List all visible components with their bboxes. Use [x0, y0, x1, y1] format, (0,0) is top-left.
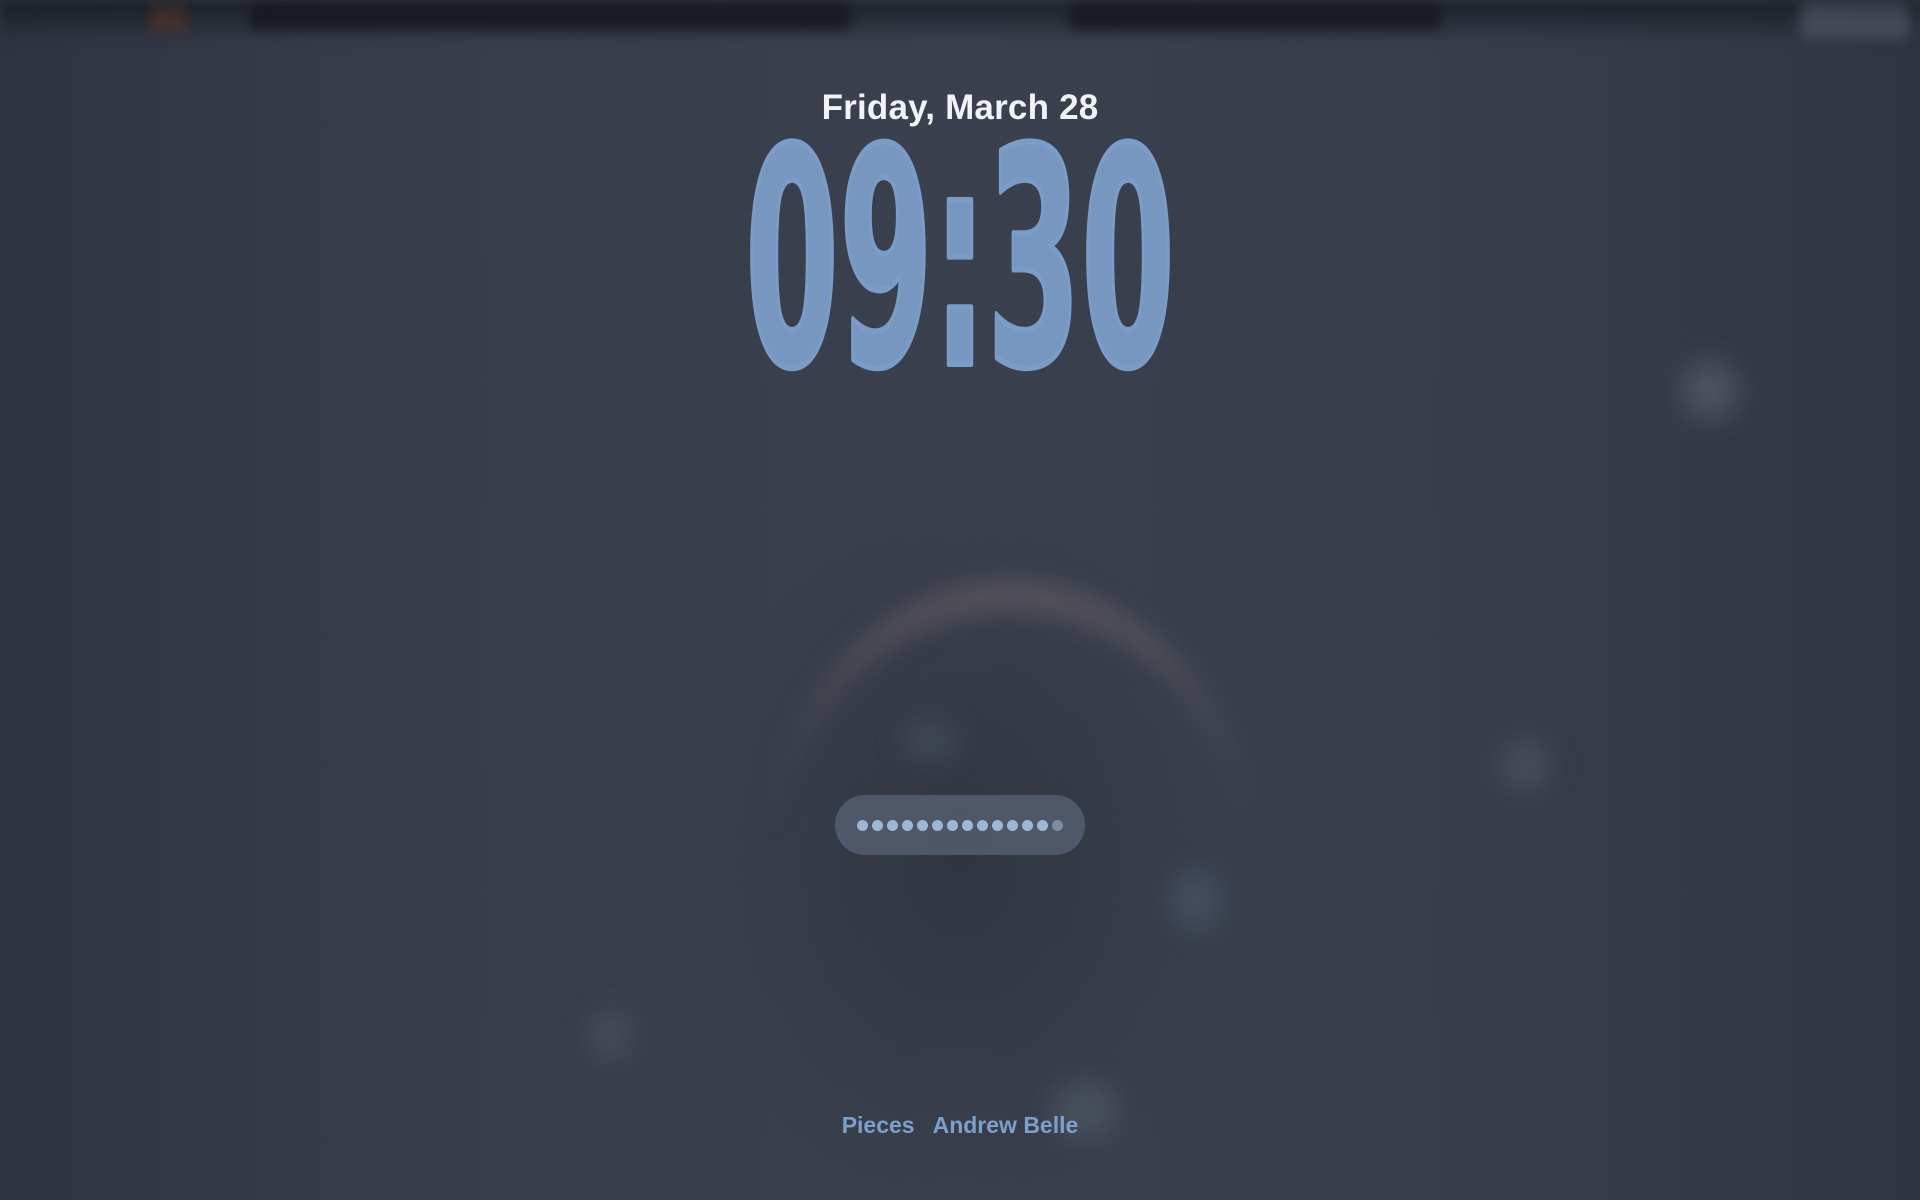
password-dot	[992, 819, 1003, 831]
now-playing-track[interactable]: Pieces	[842, 1112, 915, 1138]
bokeh-light	[1170, 870, 1220, 930]
password-dot	[932, 819, 943, 831]
password-dot	[977, 819, 988, 831]
password-dot	[872, 819, 883, 831]
lock-date: Friday, March 28	[821, 88, 1099, 127]
lock-clock: 09:30	[0, 128, 1920, 398]
now-playing-artist[interactable]: Andrew Belle	[933, 1112, 1079, 1138]
password-field[interactable]	[835, 795, 1085, 855]
lock-screen: Friday, March 28 09:30 Pieces Andrew Bell…	[0, 0, 1920, 1200]
password-dot	[1037, 819, 1048, 831]
clock-digits: 09:30	[742, 128, 1178, 388]
blurred-status-chip	[1800, 2, 1910, 38]
password-dot	[1007, 819, 1018, 831]
password-dot	[917, 819, 928, 831]
password-dot	[857, 819, 868, 831]
password-dot	[1022, 819, 1033, 831]
password-dots	[857, 819, 1063, 831]
blurred-app-icon	[150, 6, 186, 32]
blurred-window-strip	[1070, 4, 1440, 30]
now-playing: Pieces Andrew Belle	[0, 1112, 1920, 1139]
bokeh-light	[590, 1010, 630, 1060]
clock-time-text: 09:30	[745, 128, 1175, 388]
password-dot	[887, 819, 898, 831]
password-dot	[962, 819, 973, 831]
blurred-window-strip	[250, 4, 850, 30]
bokeh-light	[1500, 740, 1550, 790]
password-dot	[902, 819, 913, 831]
password-dot	[1052, 819, 1063, 831]
password-dot	[947, 819, 958, 831]
